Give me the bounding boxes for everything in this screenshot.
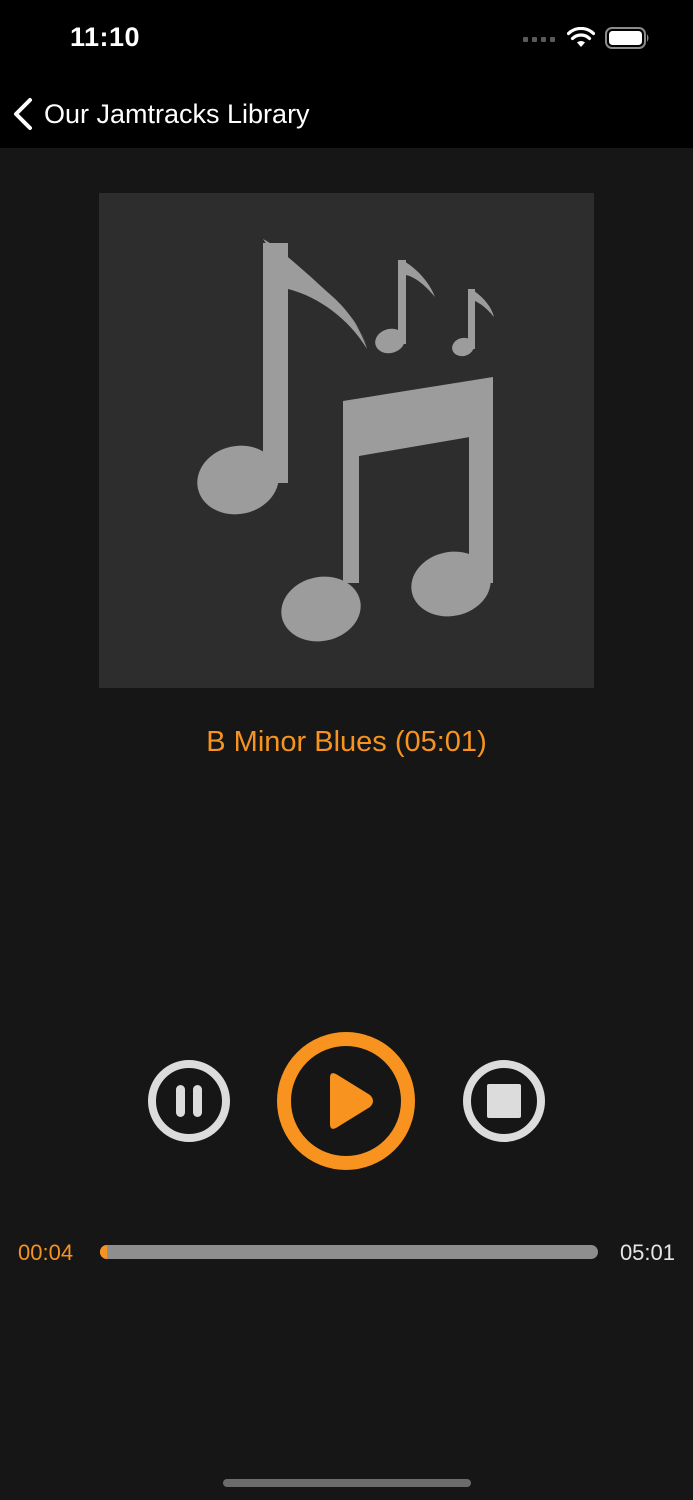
elapsed-time: 00:04: [18, 1240, 74, 1265]
chevron-left-icon: [14, 98, 32, 130]
music-notes-icon: [197, 239, 494, 642]
stop-icon: [463, 1060, 545, 1142]
playback-controls: [0, 1030, 693, 1172]
play-icon: [277, 1032, 415, 1170]
progress-slider[interactable]: [100, 1245, 598, 1259]
total-duration: 05:01: [619, 1240, 675, 1265]
status-bar: 11:10: [0, 0, 693, 80]
wifi-icon: [567, 27, 595, 47]
stop-button[interactable]: [462, 1059, 546, 1143]
navigation-bar: Our Jamtracks Library: [0, 80, 693, 148]
status-time: 11:10: [70, 22, 141, 52]
status-icons: [523, 26, 651, 50]
pause-button[interactable]: [147, 1059, 231, 1143]
progress-fill: [100, 1245, 107, 1259]
play-button[interactable]: [276, 1031, 416, 1171]
back-label: Our Jamtracks Library: [44, 98, 310, 129]
back-button[interactable]: Our Jamtracks Library: [12, 92, 310, 136]
album-artwork: [99, 193, 594, 688]
home-indicator: [223, 1479, 471, 1487]
track-title: B Minor Blues (05:01): [206, 726, 487, 758]
pause-icon: [148, 1060, 230, 1142]
cellular-signal-icon: [523, 37, 555, 42]
battery-icon: [605, 27, 649, 49]
